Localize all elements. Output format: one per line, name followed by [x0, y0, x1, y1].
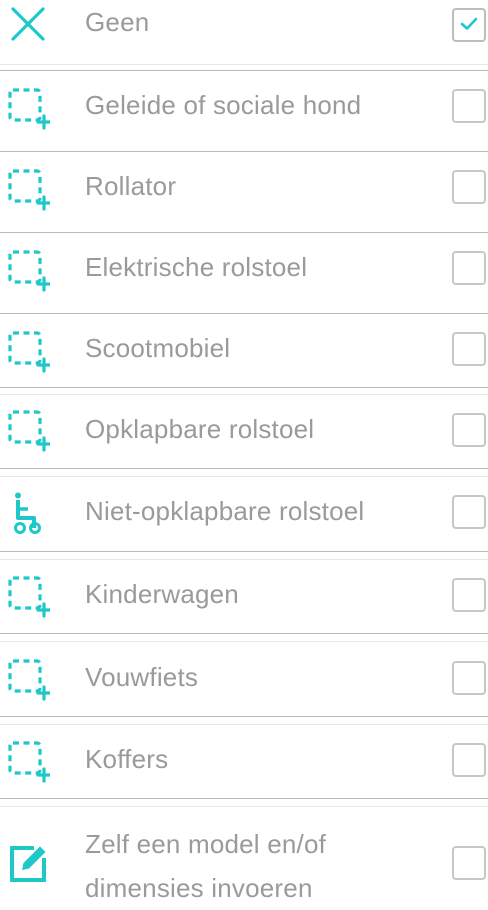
option-checkbox[interactable] — [452, 743, 486, 777]
option-checkbox[interactable] — [452, 846, 486, 880]
option-row-zelf-invoeren[interactable]: Zelf een model en/of dimensies invoeren — [0, 808, 488, 907]
row-divider — [0, 798, 488, 799]
option-label: Rollator — [85, 171, 177, 201]
row-divider-light — [0, 64, 488, 65]
option-row-geleide-of-sociale-hond[interactable]: Geleide of sociale hond — [0, 71, 488, 152]
option-checkbox[interactable] — [452, 661, 486, 695]
option-row-vouwfiets[interactable]: Vouwfiets — [0, 643, 488, 717]
row-divider — [0, 633, 488, 634]
option-checkbox[interactable] — [452, 170, 486, 204]
close-icon — [6, 2, 50, 46]
option-checkbox[interactable] — [452, 495, 486, 529]
dashed-square-plus-icon — [6, 574, 50, 618]
option-row-kinderwagen[interactable]: Kinderwagen — [0, 561, 488, 634]
row-divider — [0, 387, 488, 388]
dashed-square-plus-icon — [6, 739, 50, 783]
row-divider — [0, 551, 488, 552]
option-row-scootmobiel[interactable]: Scootmobiel — [0, 314, 488, 395]
option-checkbox[interactable] — [452, 89, 486, 123]
row-divider-light — [0, 641, 488, 642]
row-divider-light — [0, 806, 488, 807]
option-label: Geleide of sociale hond — [85, 90, 362, 120]
option-row-elektrische-rolstoel[interactable]: Elektrische rolstoel — [0, 233, 488, 314]
wheelchair-icon — [6, 491, 50, 535]
dashed-square-plus-icon — [6, 248, 50, 292]
dashed-square-plus-icon — [6, 86, 50, 130]
option-row-geen[interactable]: Geen — [0, 0, 488, 66]
option-checkbox[interactable] — [452, 413, 486, 447]
option-checkbox[interactable] — [452, 332, 486, 366]
option-row-koffers[interactable]: Koffers — [0, 726, 488, 799]
row-divider-light — [0, 394, 488, 395]
option-label: Zelf een model en/of dimensies invoeren — [85, 829, 327, 903]
option-label: Scootmobiel — [85, 333, 231, 363]
dashed-square-plus-icon — [6, 657, 50, 701]
option-row-opklapbare-rolstoel[interactable]: Opklapbare rolstoel — [0, 396, 488, 469]
option-label: Geen — [85, 7, 150, 37]
dashed-square-plus-icon — [6, 167, 50, 211]
dashed-square-plus-icon — [6, 408, 50, 452]
option-label: Kinderwagen — [85, 579, 239, 609]
option-row-rollator[interactable]: Rollator — [0, 152, 488, 233]
row-divider-light — [0, 724, 488, 725]
option-label: Vouwfiets — [85, 662, 199, 692]
dashed-square-plus-icon — [6, 329, 50, 373]
option-label: Koffers — [85, 744, 169, 774]
option-checkbox[interactable] — [452, 251, 486, 285]
option-label: Elektrische rolstoel — [85, 252, 308, 282]
row-divider-light — [0, 476, 488, 477]
row-divider-light — [0, 559, 488, 560]
option-checkbox-checked[interactable] — [452, 8, 486, 42]
row-divider — [0, 716, 488, 717]
checkmark-icon — [460, 17, 478, 30]
edit-icon — [6, 842, 50, 886]
option-checkbox[interactable] — [452, 578, 486, 612]
row-divider — [0, 468, 488, 469]
option-label: Opklapbare rolstoel — [85, 414, 315, 444]
option-row-niet-opklapbare-rolstoel[interactable]: Niet-opklapbare rolstoel — [0, 478, 488, 551]
option-label: Niet-opklapbare rolstoel — [85, 496, 365, 526]
